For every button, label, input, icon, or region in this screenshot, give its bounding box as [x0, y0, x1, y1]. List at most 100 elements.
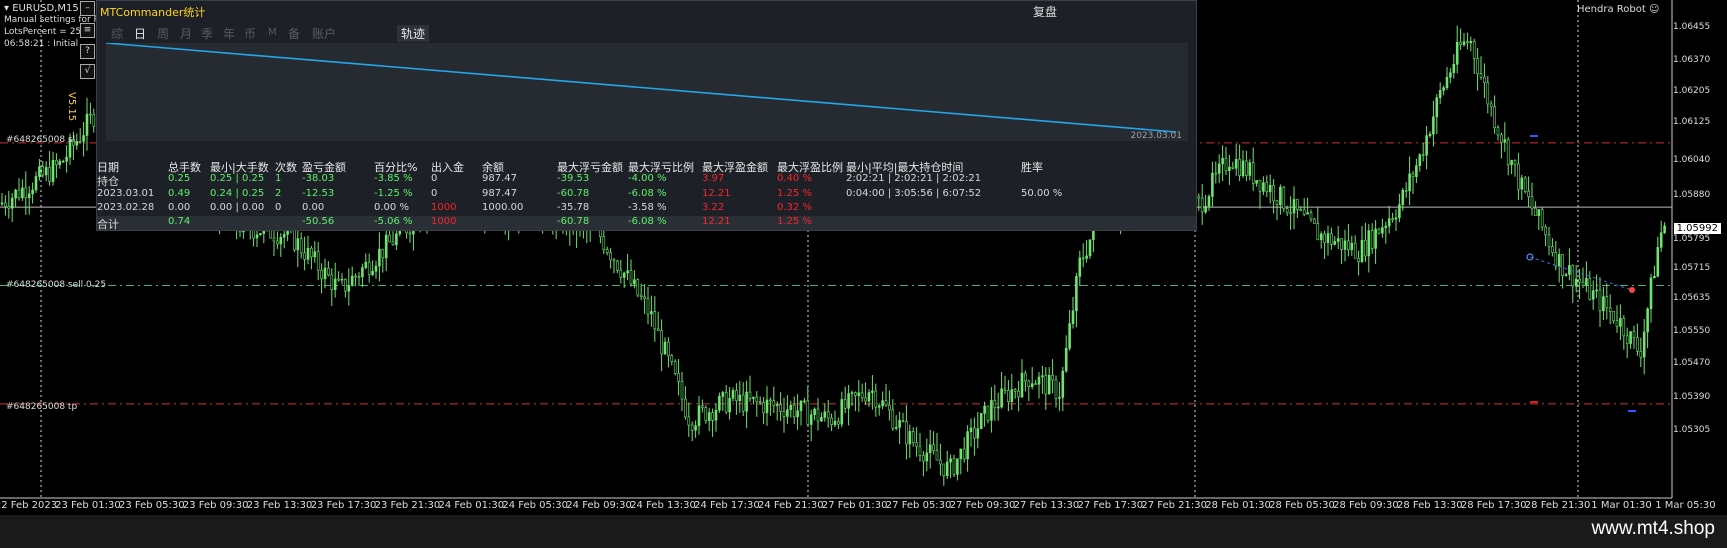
candle-body: [860, 392, 864, 399]
candle-body: [990, 400, 993, 421]
tab-currency[interactable]: 币: [244, 25, 256, 42]
tab-year[interactable]: 年: [223, 25, 235, 42]
candle-body: [1639, 350, 1643, 358]
candle-body: [979, 413, 983, 429]
candle-body: [391, 241, 395, 246]
candle-body: [881, 400, 884, 407]
candle-body: [612, 259, 616, 262]
price-tick: 1.06455: [1673, 22, 1711, 32]
tab-track[interactable]: 轨迹: [397, 25, 430, 42]
candle-body: [259, 233, 262, 236]
table-cell: 0: [431, 173, 438, 184]
candle-body: [1564, 274, 1568, 276]
candle-body: [1343, 240, 1347, 250]
tab-day[interactable]: 日: [134, 25, 146, 42]
table-cell: 0.49: [168, 188, 191, 199]
candle-body: [4, 202, 7, 207]
candle-body: [1258, 180, 1262, 192]
candle-body: [619, 269, 623, 278]
candle-body: [867, 392, 871, 402]
candle-body: [782, 411, 786, 417]
candle-body: [1224, 158, 1228, 171]
candle-body: [935, 450, 939, 461]
candle-body: [306, 247, 310, 260]
candle-body: [762, 402, 765, 414]
candle-body: [371, 270, 374, 275]
candle-body: [1381, 227, 1384, 234]
candle-body: [656, 328, 660, 331]
price-tick: 1.05880: [1673, 190, 1711, 200]
candle-body: [670, 355, 674, 362]
tab-month[interactable]: 月: [180, 25, 192, 42]
candle-body: [942, 463, 946, 477]
price-tick: 1.06125: [1673, 117, 1711, 127]
candle-body: [684, 398, 687, 418]
table-cell: -3.58 %: [628, 202, 667, 213]
candle-body: [1285, 208, 1289, 214]
replay-button[interactable]: 复盘: [1033, 3, 1057, 20]
candle-body: [61, 160, 65, 163]
table-cell: -4.00 %: [628, 173, 667, 184]
candle-body: [1523, 177, 1527, 192]
candle-body: [888, 404, 891, 411]
candle-body: [677, 373, 680, 382]
candle-body: [272, 237, 276, 242]
candle-body: [803, 400, 806, 403]
menu-button[interactable]: ≡: [80, 23, 95, 38]
tab-quarter[interactable]: 季: [201, 25, 213, 42]
confirm-button[interactable]: √: [80, 64, 95, 79]
candle-body: [1197, 196, 1201, 199]
candle-body: [663, 341, 667, 355]
candle-body: [1058, 397, 1061, 399]
candle-body: [673, 361, 677, 374]
candle-body: [1333, 241, 1337, 245]
candle-body: [1496, 127, 1500, 136]
table-cell: 2: [275, 188, 282, 199]
candle-body: [17, 189, 21, 199]
candle-body: [1384, 225, 1388, 228]
candle-body: [894, 427, 898, 429]
candle-body: [333, 278, 337, 290]
candle-body: [816, 408, 820, 422]
tab-account[interactable]: 账户: [312, 25, 336, 42]
candle-body: [1659, 232, 1663, 248]
candle-body: [1255, 180, 1258, 184]
table-cell: -35.78: [557, 202, 590, 213]
candle-body: [340, 278, 344, 281]
table-cell: -12.53: [302, 188, 335, 199]
help-button[interactable]: ?: [80, 44, 95, 59]
candle-body: [1629, 331, 1632, 344]
candle-body: [830, 417, 833, 425]
tab-magic[interactable]: M: [268, 27, 277, 38]
candle-body: [1506, 139, 1510, 166]
tab-notes[interactable]: 备: [288, 25, 300, 42]
candle-body: [1030, 383, 1034, 387]
candle-body: [779, 404, 782, 412]
candle-body: [1245, 160, 1248, 176]
tab-week[interactable]: 周: [157, 25, 169, 42]
price-tick: 1.06205: [1673, 86, 1711, 96]
candle-body: [735, 390, 738, 401]
panel-title: MTCommander统计: [100, 6, 206, 19]
trade-path-line: [1529, 256, 1633, 291]
candle-body: [701, 405, 704, 408]
candle-body: [1370, 230, 1374, 249]
candle-body: [1204, 205, 1207, 213]
candle-body: [303, 252, 306, 260]
symbol-label: ▾ EURUSD,M15: [4, 3, 79, 14]
candle-body: [1510, 160, 1513, 166]
candle-body: [1554, 252, 1558, 267]
candle-body: [966, 431, 969, 460]
candle-body: [905, 421, 908, 445]
candle-body: [1561, 254, 1564, 276]
time-tick: 1 Mar 05:30: [1655, 500, 1716, 511]
candle-body: [323, 267, 327, 280]
price-tick: 1.05470: [1673, 358, 1711, 368]
candle-body: [1632, 331, 1636, 338]
candle-body: [51, 160, 55, 182]
time-tick: 27 Feb 17:30: [1077, 500, 1144, 511]
time-tick: 23 Feb 17:30: [310, 500, 377, 511]
minimize-button[interactable]: –: [80, 1, 95, 16]
tab-all[interactable]: 综: [111, 25, 123, 42]
candle-body: [854, 392, 857, 396]
